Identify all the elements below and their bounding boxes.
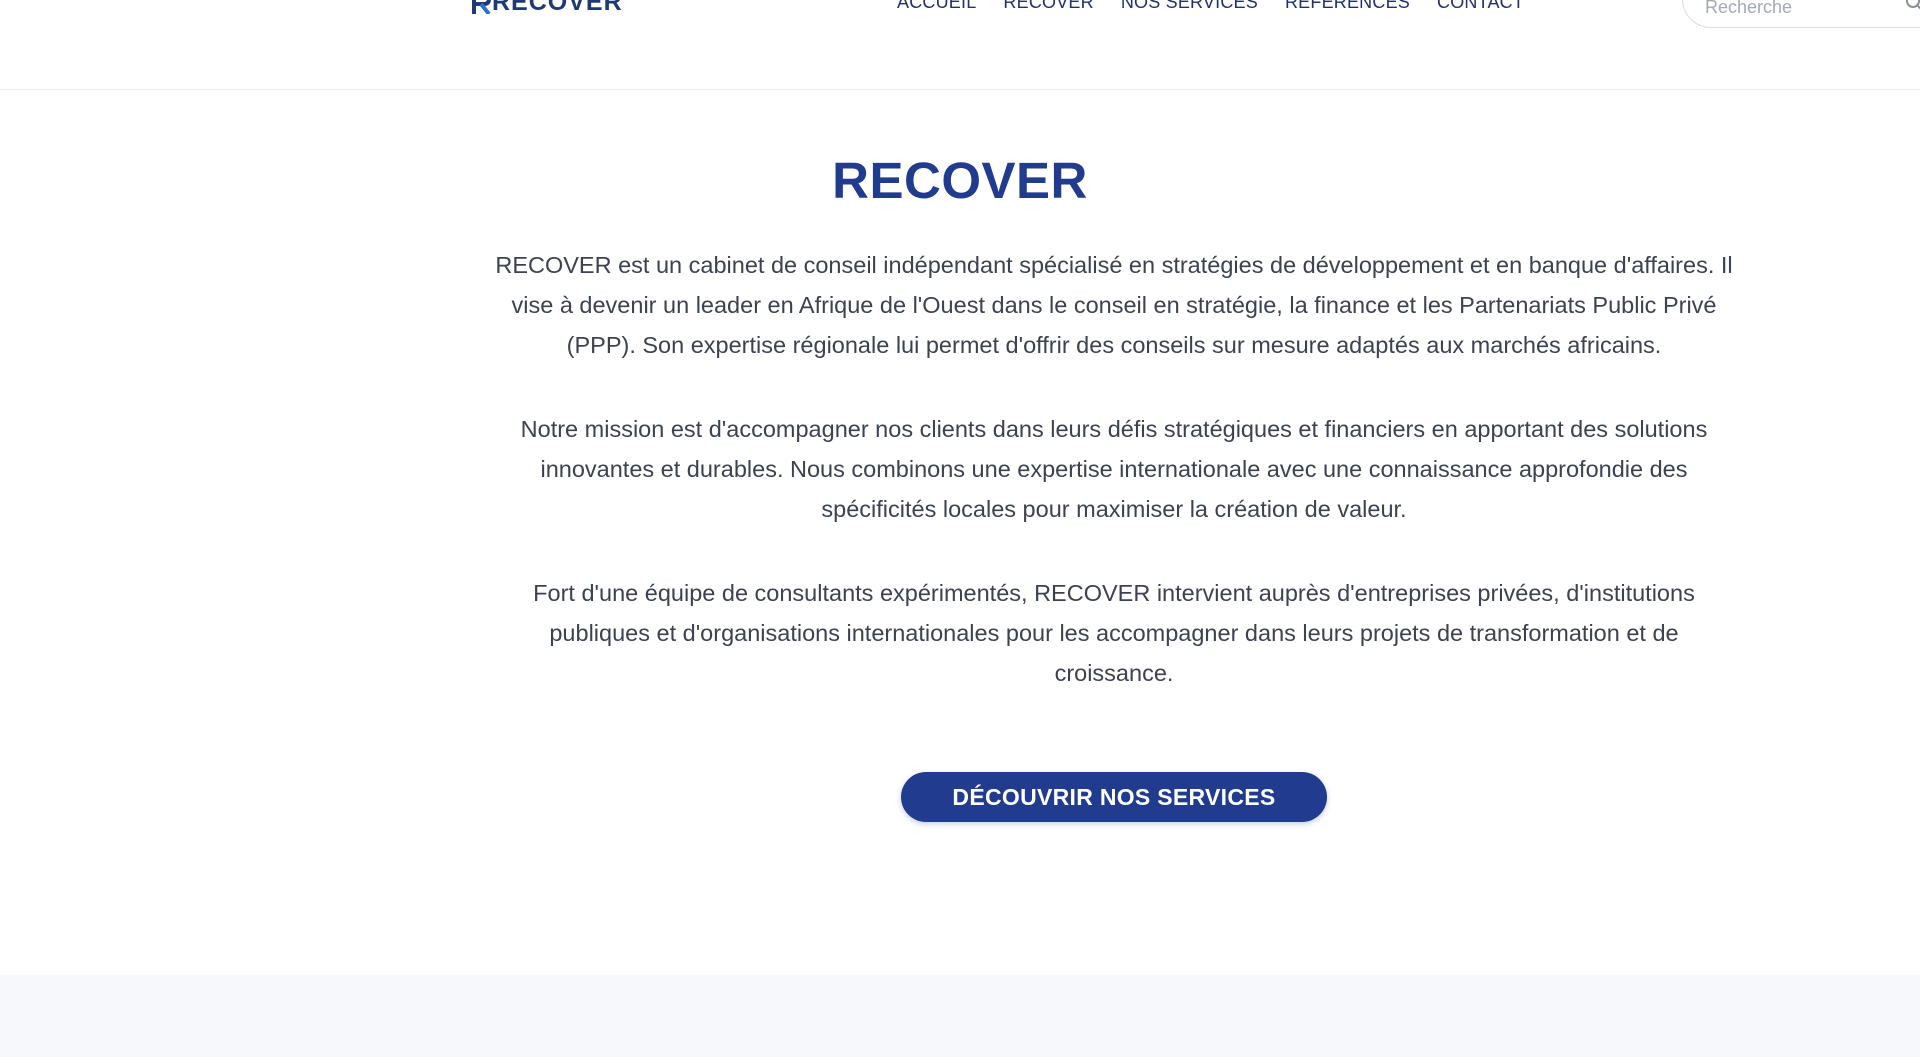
discover-services-button[interactable]: DÉCOUVRIR NOS SERVICES bbox=[901, 772, 1327, 822]
intro-text: RECOVER est un cabinet de conseil indépe… bbox=[495, 245, 1733, 737]
nav-item-contact[interactable]: CONTACT bbox=[1437, 0, 1524, 13]
nav-item-accueil[interactable]: ACCUEIL bbox=[897, 0, 976, 13]
recover-logo-icon bbox=[472, 0, 492, 14]
search-input[interactable] bbox=[1705, 0, 1885, 18]
intro-paragraph-3: Fort d'une équipe de consultants expérim… bbox=[533, 580, 1695, 686]
intro-paragraph-1: RECOVER est un cabinet de conseil indépe… bbox=[495, 252, 1733, 358]
intro-paragraph-2: Notre mission est d'accompagner nos clie… bbox=[520, 416, 1708, 522]
site-header: RECOVER ACCUEIL RECOVER NOS SERVICES REF… bbox=[0, 0, 1920, 90]
main-content: RECOVER RECOVER est un cabinet de consei… bbox=[0, 91, 1920, 975]
nav-item-recover[interactable]: RECOVER bbox=[1003, 0, 1093, 13]
nav-item-nos-services[interactable]: NOS SERVICES bbox=[1121, 0, 1258, 13]
search-box bbox=[1682, 0, 1920, 28]
main-nav: ACCUEIL RECOVER NOS SERVICES REFERENCES … bbox=[897, 0, 1551, 13]
next-section-band bbox=[0, 975, 1920, 1057]
nav-item-references[interactable]: REFERENCES bbox=[1285, 0, 1410, 13]
logo-text: RECOVER bbox=[492, 0, 623, 16]
search-icon[interactable] bbox=[1905, 0, 1920, 13]
site-logo[interactable]: RECOVER bbox=[472, 0, 623, 16]
page-title: RECOVER bbox=[832, 152, 1088, 209]
